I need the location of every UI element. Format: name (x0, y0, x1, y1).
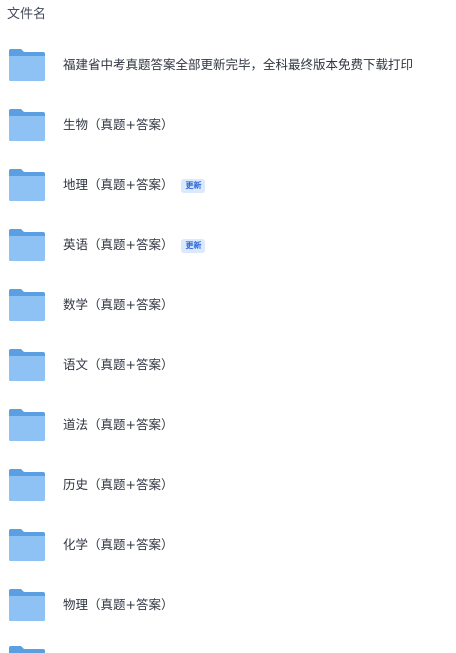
folder-icon (8, 108, 46, 142)
file-name[interactable]: 化学（真题+答案） (63, 535, 173, 555)
file-name[interactable]: 生物（真题+答案） (63, 115, 173, 135)
file-row[interactable]: 数学（真题+答案） (0, 274, 456, 334)
file-name-text: 道法（真题+答案） (63, 417, 174, 432)
file-row[interactable]: 福建省中考真题答案全部更新完毕，全科最终版本免费下载打印 (0, 34, 456, 94)
file-name-column-header[interactable]: 文件名 (7, 5, 46, 25)
file-row[interactable]: 英语（真题+答案） 更新 (0, 214, 456, 274)
file-name-text: 英语（真题+答案） (63, 237, 174, 252)
folder-icon (8, 228, 46, 262)
folder-icon (8, 348, 46, 382)
folder-icon (8, 468, 46, 502)
file-name[interactable]: 语文（真题+答案） (63, 355, 173, 375)
file-row[interactable]: 地理（真题+答案） 更新 (0, 154, 456, 214)
file-name-text: 物理（真题+答案） (63, 597, 174, 612)
file-name-text: 生物（真题+答案） (63, 117, 174, 132)
file-row[interactable]: 化学（真题+答案） (0, 514, 456, 574)
folder-icon (8, 48, 46, 82)
folder-icon (8, 288, 46, 322)
file-name[interactable]: 福建省中考真题答案全部更新完毕，全科最终版本免费下载打印 (63, 55, 413, 75)
file-name-text: 数学（真题+答案） (63, 297, 174, 312)
file-name[interactable]: 地理（真题+答案） 更新 (63, 175, 206, 195)
folder-icon (8, 528, 46, 562)
file-name[interactable]: 历史（真题+答案） (63, 475, 173, 495)
file-row[interactable]: 物理（真题+答案） (0, 574, 456, 634)
folder-icon (8, 588, 46, 622)
file-name[interactable]: 数学（真题+答案） (63, 295, 173, 315)
file-name-text: 福建省中考真题答案全部更新完毕，全科最终版本免费下载打印 (63, 57, 414, 72)
file-name-text: 历史（真题+答案） (63, 477, 174, 492)
update-badge: 更新 (181, 179, 206, 193)
file-row[interactable]: 语文（真题+答案） (0, 334, 456, 394)
folder-icon (8, 408, 46, 442)
file-row[interactable]: 生物（真题+答案） (0, 94, 456, 154)
file-name[interactable]: 物理（真题+答案） (63, 595, 173, 615)
file-row[interactable]: 历史（真题+答案） (0, 454, 456, 514)
file-name[interactable]: 道法（真题+答案） (63, 415, 173, 435)
file-name-text: 语文（真题+答案） (63, 357, 174, 372)
file-list: 福建省中考真题答案全部更新完毕，全科最终版本免费下载打印 生物（真题+答案） 地… (0, 34, 456, 634)
update-badge: 更新 (181, 239, 206, 253)
file-name[interactable]: 英语（真题+答案） 更新 (63, 235, 206, 255)
file-name-text: 化学（真题+答案） (63, 537, 174, 552)
folder-icon (8, 168, 46, 202)
file-row[interactable]: 道法（真题+答案） (0, 394, 456, 454)
file-name-text: 地理（真题+答案） (63, 177, 174, 192)
